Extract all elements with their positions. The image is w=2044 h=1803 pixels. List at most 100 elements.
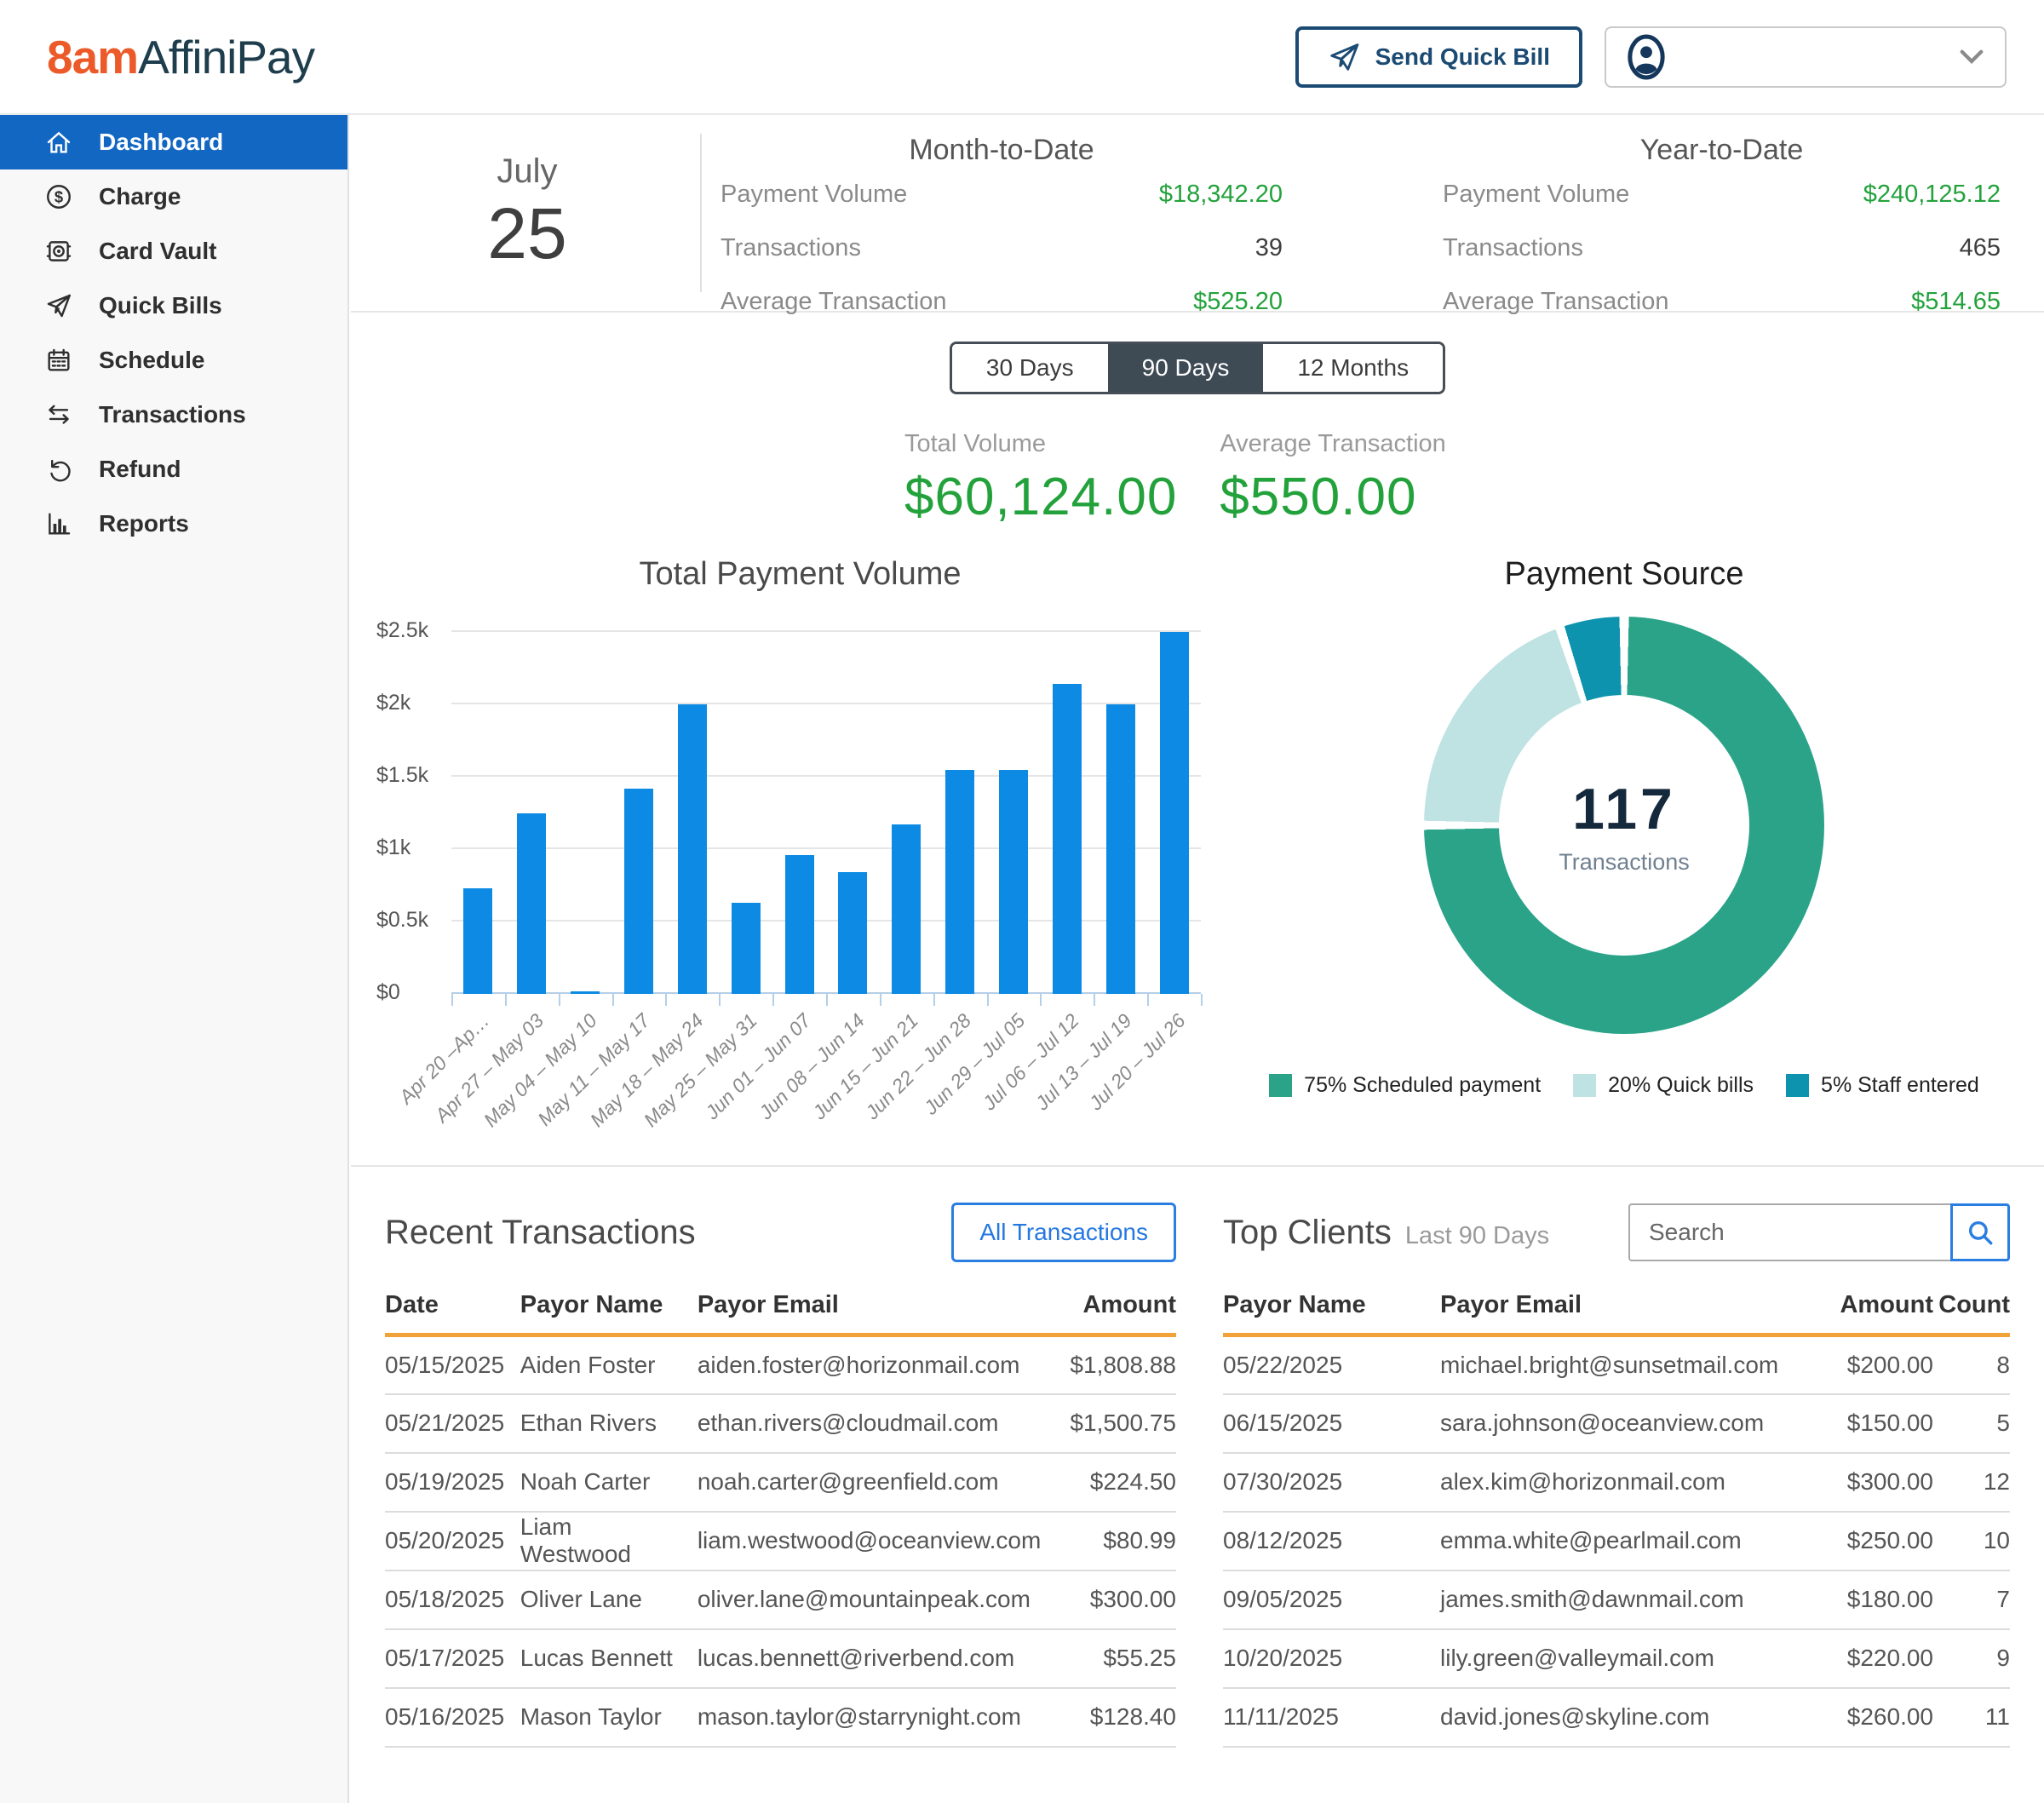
stat-row: Payment Volume$240,125.12: [1443, 181, 2001, 234]
tab-90-days[interactable]: 90 Days: [1108, 344, 1264, 392]
tab-12-months[interactable]: 12 Months: [1263, 344, 1443, 392]
table-cell: Mason Taylor: [520, 1688, 698, 1747]
stat-value: 39: [1255, 234, 1283, 262]
stats-divider: [700, 134, 702, 292]
range-tabs-row: 30 Days90 Days12 Months: [351, 342, 2044, 394]
donut-center-label: Transactions: [1559, 849, 1690, 876]
top-clients-header-row: Payor NamePayor EmailAmountCount: [1223, 1291, 2010, 1335]
ytd-title: Year-to-Date: [1443, 134, 2001, 167]
table-row[interactable]: 05/21/2025Ethan Riversethan.rivers@cloud…: [385, 1394, 1176, 1453]
sidebar-item-dashboard[interactable]: Dashboard: [0, 115, 347, 169]
x-axis-tick: [1201, 994, 1203, 1006]
bar: [678, 704, 707, 994]
mtd-rows: Payment Volume$18,342.20Transactions39Av…: [721, 181, 1283, 342]
search-input[interactable]: [1628, 1203, 1950, 1261]
chevron-down-icon: [1959, 49, 1984, 66]
table-cell: Noah Carter: [520, 1453, 698, 1512]
sidebar-item-reports[interactable]: Reports: [0, 497, 347, 551]
stat-value: 465: [1960, 234, 2001, 262]
stat-value: $18,342.20: [1159, 181, 1283, 209]
tab-30-days[interactable]: 30 Days: [952, 344, 1108, 392]
search-button[interactable]: [1950, 1203, 2010, 1261]
donut-center: 117 Transactions: [1499, 695, 1749, 956]
bar-chart-title: Total Payment Volume: [376, 556, 1224, 593]
column-header: Amount: [1797, 1291, 1933, 1335]
table-cell: $180.00: [1797, 1570, 1933, 1629]
table-cell: sara.johnson@oceanview.com: [1440, 1394, 1797, 1453]
table-row[interactable]: 05/17/2025Lucas Bennettlucas.bennett@riv…: [385, 1629, 1176, 1688]
table-cell: $300.00: [1797, 1453, 1933, 1512]
stat-row: Average Transaction$525.20: [721, 288, 1283, 342]
send-quick-bill-button[interactable]: Send Quick Bill: [1295, 26, 1582, 88]
table-row[interactable]: 05/19/2025Noah Carternoah.carter@greenfi…: [385, 1453, 1176, 1512]
recent-transactions-header-row: DatePayor NamePayor EmailAmount: [385, 1291, 1176, 1335]
sidebar-item-transactions[interactable]: Transactions: [0, 388, 347, 442]
period-totals: Total Volume $60,124.00 Average Transact…: [904, 430, 2044, 527]
recent-transactions-title: Recent Transactions: [385, 1214, 696, 1252]
table-cell: david.jones@skyline.com: [1440, 1688, 1797, 1747]
legend-label: 5% Staff entered: [1821, 1073, 1979, 1098]
table-cell: lily.green@valleymail.com: [1440, 1629, 1797, 1688]
table-cell: noah.carter@greenfield.com: [698, 1453, 1053, 1512]
user-menu-dropdown[interactable]: [1605, 26, 2007, 88]
stat-value: $240,125.12: [1863, 181, 2001, 209]
stat-row: Transactions465: [1443, 234, 2001, 288]
top-clients-title: Top Clients: [1223, 1214, 1392, 1252]
svg-text:$: $: [55, 188, 63, 206]
table-cell: emma.white@pearlmail.com: [1440, 1512, 1797, 1570]
sidebar-item-label: Transactions: [99, 401, 246, 428]
legend-swatch: [1786, 1074, 1809, 1097]
donut-legend: 75% Scheduled payment20% Quick bills5% S…: [1309, 1073, 1939, 1098]
stat-row: Average Transaction$514.65: [1443, 288, 2001, 342]
table-row[interactable]: 06/15/2025sara.johnson@oceanview.com$150…: [1223, 1394, 2010, 1453]
top-clients-subtitle: Last 90 Days: [1405, 1222, 1549, 1250]
sidebar-item-card-vault[interactable]: Card Vault: [0, 224, 347, 278]
table-row[interactable]: 05/20/2025Liam Westwoodliam.westwood@oce…: [385, 1512, 1176, 1570]
table-row[interactable]: 11/11/2025david.jones@skyline.com$260.00…: [1223, 1688, 2010, 1747]
table-cell: 8: [1933, 1335, 2010, 1394]
y-axis-tick: $0.5k: [376, 908, 439, 933]
stat-label: Payment Volume: [721, 181, 907, 209]
table-row[interactable]: 09/05/2025james.smith@dawnmail.com$180.0…: [1223, 1570, 2010, 1629]
sidebar-item-quick-bills[interactable]: Quick Bills: [0, 278, 347, 333]
undo-icon: [44, 455, 73, 484]
all-transactions-button[interactable]: All Transactions: [951, 1203, 1176, 1262]
table-row[interactable]: 05/16/2025Mason Taylormason.taylor@starr…: [385, 1688, 1176, 1747]
table-row[interactable]: 07/30/2025alex.kim@horizonmail.com$300.0…: [1223, 1453, 2010, 1512]
user-avatar-icon: [1627, 33, 1666, 81]
total-volume-value: $60,124.00: [904, 467, 1177, 527]
stat-row: Payment Volume $18,342.20: [721, 181, 1283, 234]
donut-ring: 117 Transactions: [1424, 617, 1824, 1034]
table-row[interactable]: 05/18/2025Oliver Laneoliver.lane@mountai…: [385, 1570, 1176, 1629]
main-content: July 25 Month-to-Date Payment Volume$18,…: [351, 115, 2044, 1803]
table-cell: lucas.bennett@riverbend.com: [698, 1629, 1053, 1688]
table-cell: Liam Westwood: [520, 1512, 698, 1570]
table-cell: $250.00: [1797, 1512, 1933, 1570]
table-row[interactable]: 05/15/2025Aiden Fosteraiden.foster@horiz…: [385, 1335, 1176, 1394]
top-header: 8amAffiniPay Send Quick Bill: [0, 0, 2044, 115]
table-cell: 11/11/2025: [1223, 1688, 1440, 1747]
table-row[interactable]: 05/22/2025michael.bright@sunsetmail.com$…: [1223, 1335, 2010, 1394]
total-payment-volume-chart: Total Payment Volume $0$0.5k$1k$1.5k$2k$…: [376, 556, 1224, 1143]
table-cell: 10/20/2025: [1223, 1629, 1440, 1688]
sidebar-item-refund[interactable]: Refund: [0, 442, 347, 497]
range-tabs: 30 Days90 Days12 Months: [950, 342, 1445, 394]
table-cell: $128.40: [1053, 1688, 1176, 1747]
bar: [517, 813, 546, 995]
top-clients-body: 05/22/2025michael.bright@sunsetmail.com$…: [1223, 1335, 2010, 1747]
table-cell: 06/15/2025: [1223, 1394, 1440, 1453]
table-cell: Aiden Foster: [520, 1335, 698, 1394]
table-row[interactable]: 08/12/2025emma.white@pearlmail.com$250.0…: [1223, 1512, 2010, 1570]
table-cell: 05/18/2025: [385, 1570, 520, 1629]
y-axis-tick: $1.5k: [376, 763, 439, 788]
table-cell: $300.00: [1053, 1570, 1176, 1629]
legend-item: 20% Quick bills: [1573, 1073, 1754, 1098]
table-cell: $260.00: [1797, 1688, 1933, 1747]
table-cell: 5: [1933, 1394, 2010, 1453]
table-cell: michael.bright@sunsetmail.com: [1440, 1335, 1797, 1394]
sidebar-item-schedule[interactable]: Schedule: [0, 333, 347, 388]
dashboard-page: 8amAffiniPay Send Quick Bill Dashboard$C…: [0, 0, 2044, 1803]
sidebar-item-charge[interactable]: $Charge: [0, 169, 347, 224]
table-cell: 09/05/2025: [1223, 1570, 1440, 1629]
table-row[interactable]: 10/20/2025lily.green@valleymail.com$220.…: [1223, 1629, 2010, 1688]
